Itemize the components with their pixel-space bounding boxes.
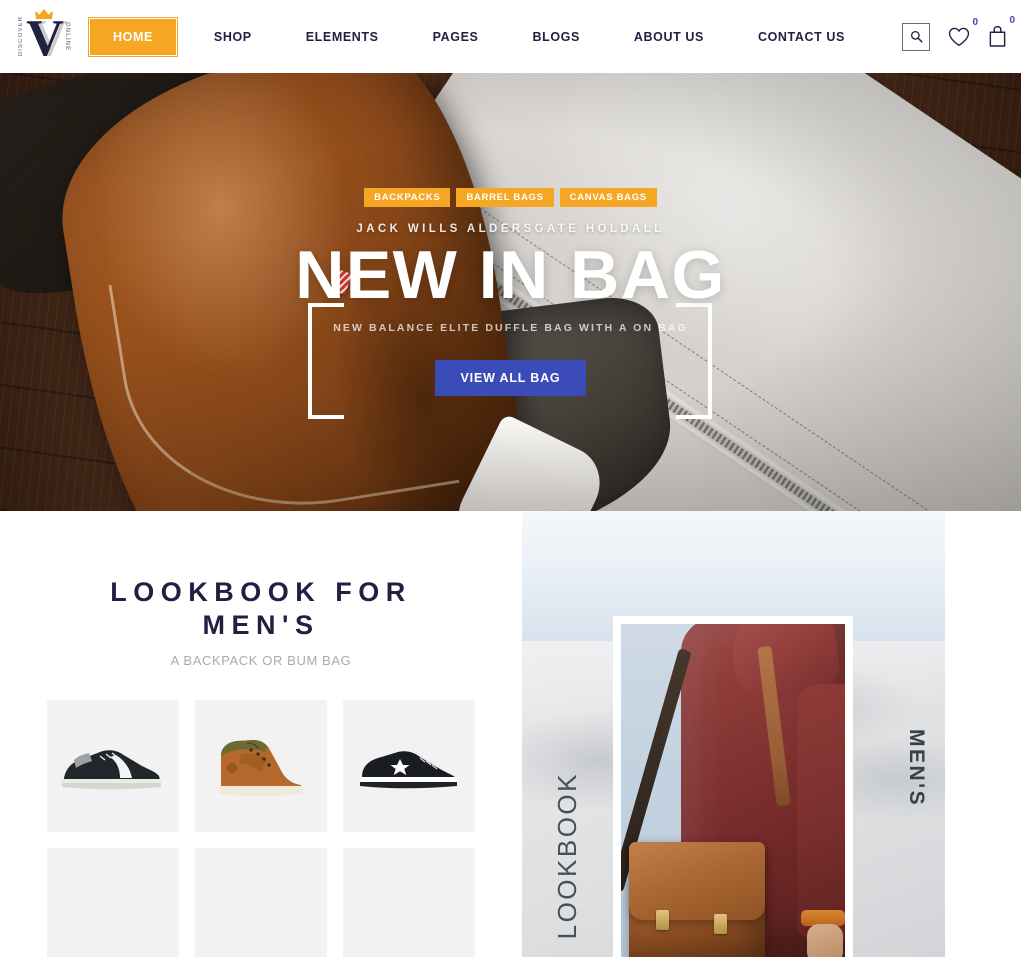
lookbook-photo[interactable] [621, 624, 845, 957]
hero-banner: BACKPACKS BARREL BAGS CANVAS BAGS JACK W… [0, 73, 1021, 511]
hero-category-tags: BACKPACKS BARREL BAGS CANVAS BAGS [364, 188, 657, 207]
black-sneaker-icon [62, 750, 161, 790]
converse-one-star-icon [360, 751, 457, 789]
search-icon [910, 30, 922, 43]
lookbook-subheading: A BACKPACK OR BUM BAG [170, 652, 352, 668]
lookbook-thumb-tan-chukka[interactable] [195, 699, 327, 832]
lookbook-heading: LOOKBOOK FOR MEN'S [110, 577, 412, 640]
lookbook-section: LOOKBOOK FOR MEN'S A BACKPACK OR BUM BAG [0, 511, 1021, 957]
cart-button[interactable]: 0 [988, 16, 1015, 48]
hero-tag-canvas-bags[interactable]: CANVAS BAGS [559, 188, 657, 207]
hero-tagline: JACK WILLS ALDERSGATE HOLDALL [356, 223, 665, 235]
site-logo[interactable]: DISCOVER V V ONLINE [8, 7, 80, 67]
nav-item-home[interactable]: HOME [92, 20, 174, 53]
wishlist-count: 0 [972, 16, 978, 28]
crown-icon [35, 8, 53, 19]
nav-item-blogs[interactable]: BLOGS [518, 21, 593, 53]
hero-title: NEW IN BAG [295, 237, 726, 313]
bag-buckle-left [656, 910, 669, 930]
hero-subtitle: NEW BALANCE ELITE DUFFLE BAG WITH A ON B… [333, 322, 688, 335]
nav-item-shop[interactable]: SHOP [200, 21, 266, 53]
lookbook-vertical-label-left: LOOKBOOK [552, 771, 582, 939]
lookbook-vertical-label-right: MEN'S [905, 729, 928, 808]
view-all-bag-button[interactable]: VIEW ALL BAG [434, 360, 587, 397]
hero-tag-backpacks[interactable]: BACKPACKS [364, 188, 451, 207]
messenger-bag-flap [629, 842, 765, 920]
nav-item-about-us[interactable]: ABOUT US [620, 21, 718, 53]
hero-content: BACKPACKS BARREL BAGS CANVAS BAGS JACK W… [0, 73, 1021, 511]
lookbook-thumb-black-sneaker[interactable] [47, 699, 179, 832]
lookbook-thumb-one-star[interactable] [343, 699, 475, 832]
model-arm [797, 684, 845, 940]
cart-count: 0 [1009, 15, 1015, 26]
leather-messenger-bag [629, 842, 765, 957]
nav-item-contact-us[interactable]: CONTACT US [744, 21, 859, 53]
lookbook-thumb-row2-1[interactable] [47, 847, 179, 957]
nav-item-elements[interactable]: ELEMENTS [292, 21, 393, 53]
logo-right-text: ONLINE [64, 21, 70, 52]
site-header: DISCOVER V V ONLINE HOME SHOP ELEMENTS P… [0, 0, 1021, 73]
bag-buckle-right [714, 914, 727, 934]
wishlist-button[interactable]: 0 [948, 17, 978, 47]
logo-mark: V V [24, 8, 68, 67]
header-actions: 0 0 [902, 16, 1015, 51]
main-navigation: HOME SHOP ELEMENTS PAGES BLOGS ABOUT US … [92, 20, 902, 53]
lookbook-photo-frame [613, 616, 853, 957]
lookbook-thumb-row2-3[interactable] [343, 847, 475, 957]
hero-tag-barrel-bags[interactable]: BARREL BAGS [456, 188, 554, 207]
search-button[interactable] [902, 22, 930, 51]
lookbook-thumb-row2-2[interactable] [195, 847, 327, 957]
lookbook-left-column: LOOKBOOK FOR MEN'S A BACKPACK OR BUM BAG [0, 511, 522, 957]
nav-item-pages[interactable]: PAGES [419, 21, 493, 53]
tan-chukka-icon [219, 739, 303, 797]
shopping-bag-icon [989, 25, 1006, 47]
model-hand [807, 924, 843, 957]
lookbook-thumbnail-grid [0, 699, 522, 957]
logo-letter: V [26, 9, 64, 67]
lookbook-feature-panel[interactable]: LOOKBOOK MEN'S [522, 511, 945, 957]
heart-icon [948, 27, 970, 46]
